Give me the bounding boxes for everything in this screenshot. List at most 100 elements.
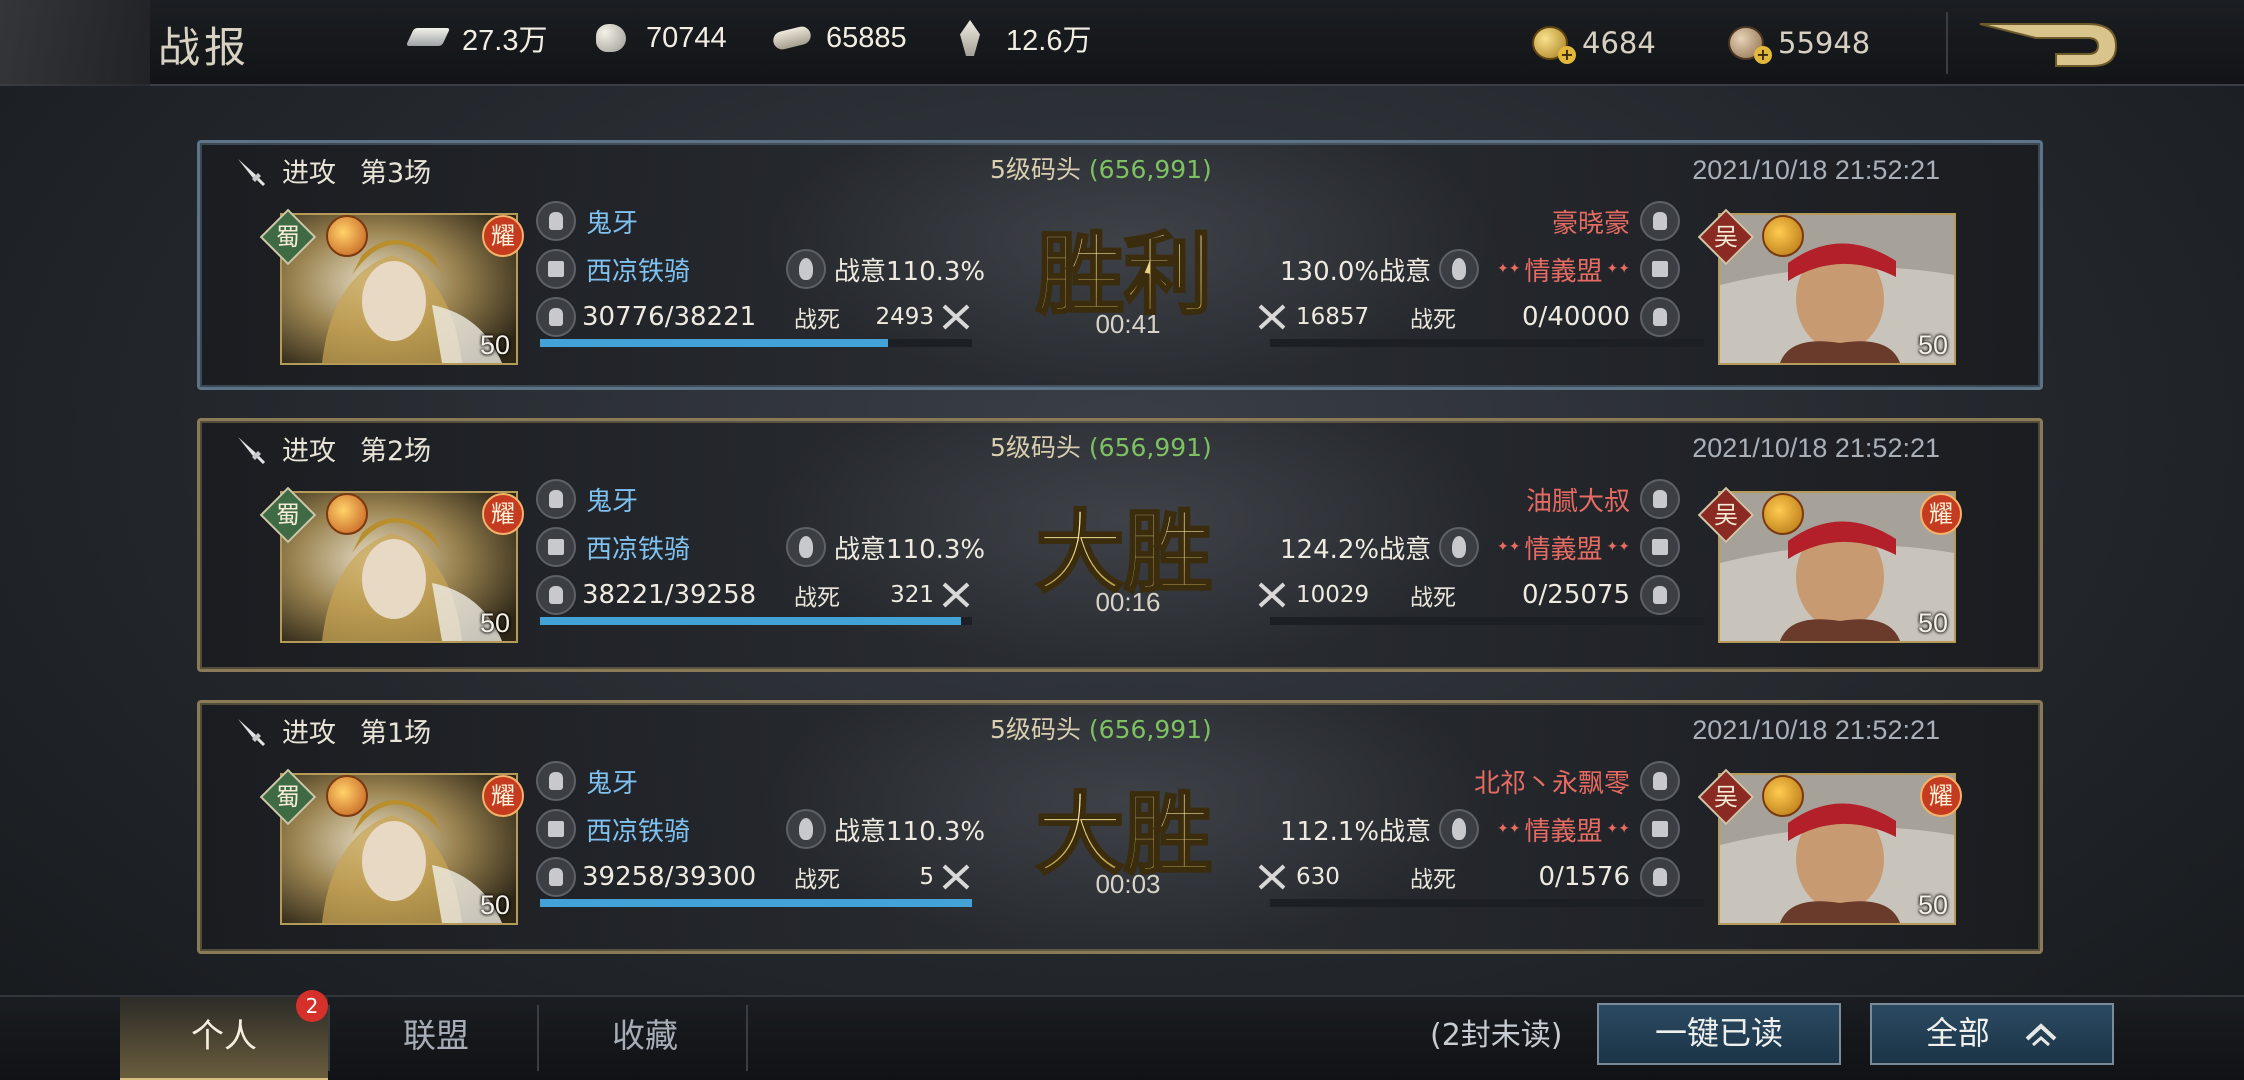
copper-currency[interactable]: + 55948 [1724, 22, 1870, 64]
defender-dead-row: 630 战死 [1256, 857, 1456, 897]
back-arrow-icon [1979, 23, 2118, 67]
crossed-swords-icon [1258, 864, 1286, 890]
attacker-name-row: 鬼牙 [536, 201, 638, 241]
tab-alliance[interactable]: 联盟 [332, 997, 540, 1080]
divider [746, 1005, 748, 1071]
troops-icon [1640, 575, 1680, 615]
defender-alliance[interactable]: 情義盟 [1525, 251, 1603, 288]
army-icon [536, 527, 576, 567]
attacker-name[interactable]: 鬼牙 [586, 203, 638, 240]
attacker-dead-row: 战死 5 [794, 857, 974, 897]
defender-hp-bar [1270, 339, 1704, 347]
resource-stone-value: 70744 [646, 21, 727, 54]
page-title: 战报 [158, 23, 251, 72]
battle-report-card[interactable]: 进攻 第1场 5级码头 (656,991) 2021/10/18 21:52:21… [197, 700, 2043, 954]
attacker-awaken-badge: 耀 [482, 215, 524, 257]
defender-name[interactable]: 豪晓豪 [1552, 203, 1630, 240]
attacker-morale-row: 战意110.3% [786, 809, 985, 849]
attacker-morale: 战意110.3% [834, 816, 986, 847]
resource-wood[interactable]: 65885 [770, 18, 907, 58]
defender-alliance-row: ✦✦ 情義盟 ✦✦ [1497, 527, 1680, 567]
defender-name-row: 豪晓豪 [1552, 201, 1680, 241]
attacker-level: 50 [479, 890, 510, 920]
attacker-troops-row: 38221/39258 [536, 575, 756, 615]
attacker-name[interactable]: 鬼牙 [586, 763, 638, 800]
defender-dead-row: 16857 战死 [1256, 297, 1456, 337]
general-icon [536, 479, 576, 519]
alliance-flourish-left-icon: ✦✦ [1497, 539, 1521, 555]
defender-name[interactable]: 油腻大叔 [1526, 481, 1630, 518]
attacker-dead-row: 战死 321 [794, 575, 974, 615]
unread-count-text: (2封未读) [1430, 1018, 1563, 1053]
attacker-troops: 30776/38221 [582, 302, 757, 332]
attacker-army: 西凉铁骑 [586, 534, 691, 565]
attacker-hp-fill [540, 899, 972, 907]
battle-result: 大胜 [1034, 501, 1213, 601]
morale-icon [1439, 249, 1480, 289]
location-name: 5级码头 [990, 433, 1081, 462]
resource-wood-value: 65885 [826, 21, 907, 54]
defender-morale-row: 112.1%战意 [1280, 809, 1480, 849]
report-location[interactable]: 5级码头 (656,991) [990, 710, 1212, 746]
filter-dropdown[interactable]: 全部 [1870, 1003, 2114, 1065]
location-coordinates[interactable]: (656,991) [1089, 715, 1212, 744]
defender-awaken-badge: 耀 [1920, 493, 1962, 535]
battle-report-card[interactable]: 进攻 第3场 5级码头 (656,991) 2021/10/18 21:52:21… [197, 140, 2043, 390]
attacker-dead-label: 战死 [794, 585, 840, 611]
crossed-swords-icon [942, 582, 970, 608]
attacker-army-row: 西凉铁骑 [536, 249, 690, 289]
location-coordinates[interactable]: (656,991) [1089, 433, 1212, 462]
battle-report-card[interactable]: 进攻 第2场 5级码头 (656,991) 2021/10/18 21:52:21… [197, 418, 2043, 672]
general-icon [536, 761, 576, 801]
attacker-dead: 5 [919, 864, 934, 890]
location-name: 5级码头 [990, 715, 1081, 744]
battle-result: 胜利 [1034, 223, 1213, 323]
sword-icon [238, 437, 266, 465]
report-location[interactable]: 5级码头 (656,991) [990, 428, 1212, 464]
gold-currency-value: 4684 [1582, 26, 1656, 60]
alliance-icon [1640, 249, 1680, 289]
defender-alliance-row: ✦✦ 情義盟 ✦✦ [1497, 809, 1680, 849]
attacker-troops-row: 39258/39300 [536, 857, 756, 897]
defender-troops-row: 0/40000 [1522, 297, 1680, 337]
gold-currency[interactable]: + 4684 [1528, 22, 1656, 64]
defender-morale-row: 124.2%战意 [1280, 527, 1480, 567]
back-button[interactable] [1976, 18, 2122, 74]
attacker-name[interactable]: 鬼牙 [586, 481, 638, 518]
attacker-awaken-badge: 耀 [482, 775, 524, 817]
defender-hp-bar [1270, 617, 1704, 625]
defender-name[interactable]: 北祁丶永飘零 [1474, 763, 1630, 800]
mark-all-read-button[interactable]: 一键已读 [1597, 1003, 1841, 1065]
defender-alliance[interactable]: 情義盟 [1525, 529, 1603, 566]
crossed-swords-icon [1258, 582, 1286, 608]
battle-duration: 00:03 [1095, 869, 1161, 899]
report-mode: 进攻 [282, 158, 336, 189]
general-icon [1640, 479, 1680, 519]
battle-duration: 00:41 [1095, 309, 1161, 339]
defender-dead: 630 [1296, 864, 1340, 890]
location-name: 5级码头 [990, 155, 1081, 184]
report-location[interactable]: 5级码头 (656,991) [990, 150, 1212, 186]
tab-favorites[interactable]: 收藏 [541, 997, 749, 1080]
defender-troops: 0/25075 [1521, 580, 1630, 610]
army-icon [536, 249, 576, 289]
crossed-swords-icon [1258, 304, 1286, 330]
alliance-flourish-left-icon: ✦✦ [1497, 261, 1521, 277]
resource-stone[interactable]: 70744 [590, 18, 727, 58]
alliance-icon [1640, 527, 1680, 567]
report-timestamp: 2021/10/18 21:52:21 [1692, 433, 1940, 463]
defender-alliance[interactable]: 情義盟 [1525, 811, 1603, 848]
top-bar: 战报 27.3万 70744 65885 12.6万 + 4684 + 5594… [0, 0, 2244, 86]
resource-grain-value: 12.6万 [1006, 25, 1092, 57]
location-coordinates[interactable]: (656,991) [1089, 155, 1212, 184]
resource-grain[interactable]: 12.6万 [950, 18, 1091, 58]
morale-icon [786, 249, 826, 289]
battle-result-text: 大胜 [1036, 501, 1212, 601]
report-header: 进攻 第1场 5级码头 (656,991) 2021/10/18 21:52:21 [200, 703, 2040, 757]
attacker-morale-row: 战意110.3% [786, 527, 985, 567]
defender-skill-icon [1762, 775, 1804, 817]
attacker-skill-icon [326, 775, 368, 817]
resource-silver[interactable]: 27.3万 [406, 18, 547, 58]
troops-icon [536, 575, 576, 615]
defender-level: 50 [1917, 890, 1948, 920]
